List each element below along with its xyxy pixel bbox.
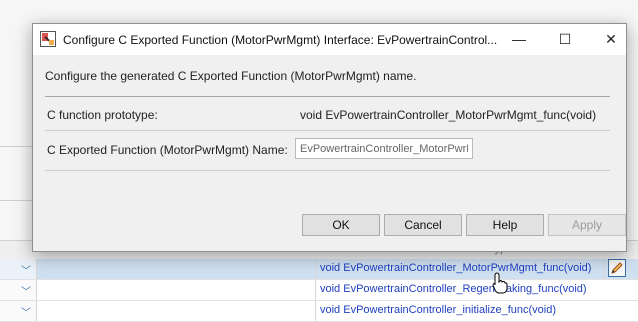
apply-button[interactable]: Apply [548,214,626,236]
prototype-label: C function prototype: [47,108,158,122]
function-name-label: C Exported Function (MotorPwrMgmt) Name: [47,143,288,157]
pencil-icon[interactable] [608,259,626,277]
row-dropdown[interactable]: ﹀ [0,280,37,300]
ok-button[interactable]: OK [302,214,380,236]
prototype-value: void EvPowertrainController_MotorPwrMgmt… [300,108,597,122]
chevron-down-icon: ﹀ [21,287,31,298]
edit-cell[interactable] [604,259,631,279]
dialog-title: Configure C Exported Function (MotorPwrM… [63,33,498,47]
cancel-button[interactable]: Cancel [384,214,462,236]
help-button[interactable]: Help [466,214,544,236]
chevron-down-icon: ﹀ [21,308,31,319]
divider [45,96,610,97]
title-bar[interactable]: Configure C Exported Function (MotorPwrM… [33,24,626,55]
minimize-button[interactable]: — [496,24,542,55]
dialog-description: Configure the generated C Exported Funct… [45,69,417,83]
prototype-link[interactable]: void EvPowertrainController_MotorPwrMgmt… [320,262,591,274]
row-dropdown[interactable]: ﹀ [0,259,37,279]
table-row[interactable]: ﹀ void EvPowertrainController_RegenBraki… [0,280,638,301]
divider [45,170,610,171]
configure-dialog: Configure C Exported Function (MotorPwrM… [32,23,627,252]
maximize-button[interactable]: ☐ [542,24,588,55]
row-dropdown[interactable]: ﹀ [0,301,37,321]
prototype-link[interactable]: void EvPowertrainController_RegenBraking… [320,283,587,295]
close-button[interactable]: ✕ [588,24,634,55]
divider [45,130,610,131]
simulink-app-icon [40,31,56,47]
chevron-down-icon: ﹀ [21,266,31,277]
function-name-cell[interactable] [37,280,316,300]
prototype-link[interactable]: void EvPowertrainController_initialize_f… [320,304,556,316]
function-name-input[interactable] [295,138,473,159]
function-name-cell[interactable] [37,259,316,279]
function-name-cell[interactable] [37,301,316,321]
hand-cursor-icon [492,272,508,294]
table-row[interactable]: ﹀ void EvPowertrainController_MotorPwrMg… [0,259,638,280]
